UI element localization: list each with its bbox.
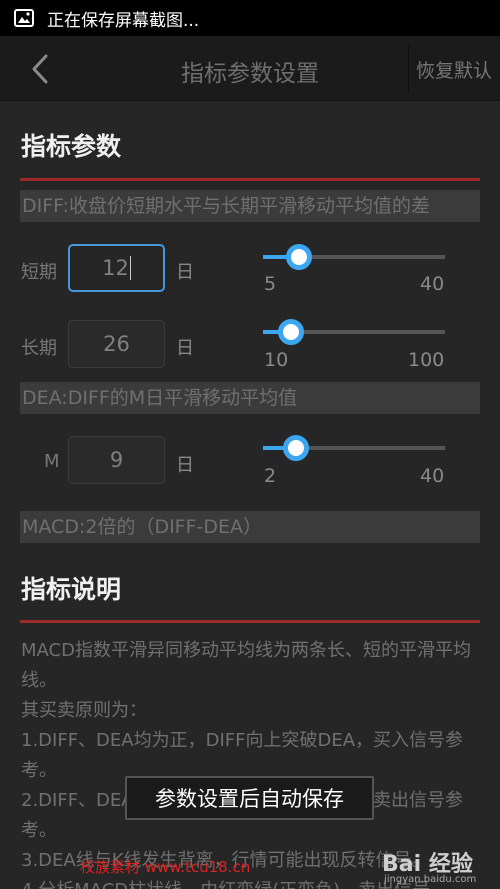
long-period-unit: 日 <box>176 338 194 359</box>
short-period-max: 40 <box>420 273 445 295</box>
image-icon <box>13 7 35 29</box>
nav-bar: 指标参数设置 恢复默认 <box>0 36 500 101</box>
long-period-input[interactable]: 26 <box>68 320 165 368</box>
long-period-value: 26 <box>103 332 130 356</box>
section-divider <box>20 178 480 181</box>
watermark-url: jingyan.baidu.com <box>384 874 477 885</box>
section-divider <box>20 620 480 623</box>
m-label: M <box>44 451 60 472</box>
restore-default-button[interactable]: 恢复默认 <box>416 56 500 83</box>
description-line: MACD指数平滑异同移动平均线为两条长、短的平滑平均线。 <box>21 640 471 691</box>
macd-description: MACD:2倍的（DIFF-DEA） <box>20 511 480 543</box>
nav-divider <box>408 44 409 93</box>
short-period-input[interactable]: 12 <box>68 244 165 292</box>
short-period-value: 12 <box>102 256 129 280</box>
slider-thumb[interactable] <box>283 435 310 461</box>
m-slider[interactable] <box>263 435 445 461</box>
short-period-slider[interactable] <box>263 244 445 270</box>
m-value: 9 <box>109 448 124 472</box>
m-input[interactable]: 9 <box>68 436 165 484</box>
short-period-min: 5 <box>264 273 277 295</box>
baidu-jingyan-watermark: Bai 经验 jingyan.baidu.com <box>382 838 500 889</box>
long-period-label: 长期 <box>21 338 57 359</box>
diff-description: DIFF:收盘价短期水平与长期平滑移动平均值的差 <box>20 190 480 222</box>
toast-message: 参数设置后自动保存 <box>125 776 374 820</box>
description-line: 其买卖原则为： <box>21 700 147 721</box>
slider-thumb[interactable] <box>286 244 313 270</box>
slider-thumb[interactable] <box>278 319 305 345</box>
short-period-unit: 日 <box>176 262 194 283</box>
long-period-slider[interactable] <box>263 319 445 345</box>
long-period-min: 10 <box>264 349 289 371</box>
section-title-description: 指标说明 <box>21 575 122 604</box>
m-max: 40 <box>420 465 445 487</box>
section-title-params: 指标参数 <box>21 132 122 161</box>
m-unit: 日 <box>176 455 194 476</box>
status-text: 正在保存屏幕截图... <box>47 10 200 31</box>
short-period-label: 短期 <box>21 262 57 283</box>
settings-content[interactable]: 指标参数 DIFF:收盘价短期水平与长期平滑移动平均值的差 短期 12 日 5 … <box>0 101 500 889</box>
m-min: 2 <box>264 465 277 487</box>
text-caret <box>129 256 131 280</box>
status-bar: 正在保存屏幕截图... <box>0 0 500 36</box>
dea-description: DEA:DIFF的M日平滑移动平均值 <box>20 382 480 414</box>
long-period-max: 100 <box>408 349 445 371</box>
watermark-left: 校族素材 www.tcu18.cn <box>80 858 251 876</box>
